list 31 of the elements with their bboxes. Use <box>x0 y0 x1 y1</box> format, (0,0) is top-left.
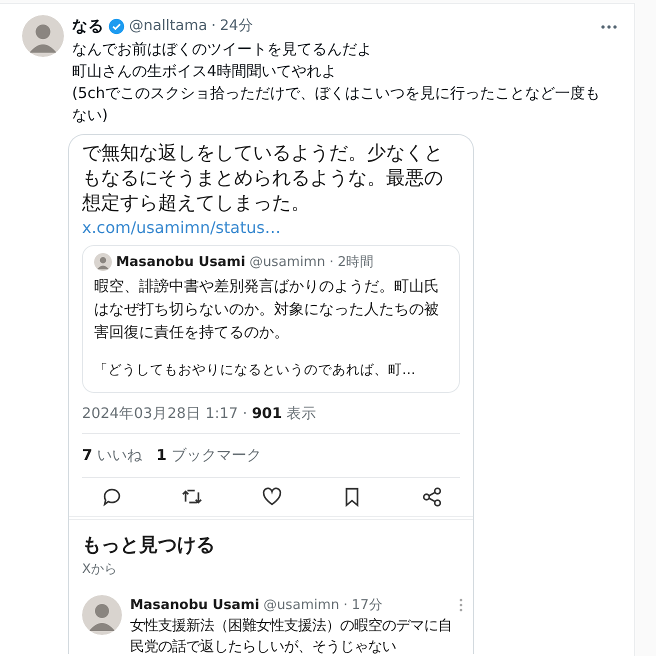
user-handle: @usamimn <box>263 596 340 616</box>
separator-dot: · <box>343 596 348 616</box>
post-meta: 2024年03月28日 1:17 · 901 表示 <box>82 392 460 434</box>
section-subtitle: Xから <box>82 560 118 579</box>
engagement-count: 1 ブックマーク <box>156 445 262 466</box>
post-text: なんでお前はぼくのツイートを見てるんだよ <box>72 39 373 60</box>
engagement-count: 7 いいね <box>82 445 142 466</box>
quoted-text: で無知な返しをしているようだ。少なくともなるにそうまとめられるような。最悪の想定すら超えてしまった。 <box>82 141 444 216</box>
section-title: もっと見つける <box>82 532 216 558</box>
share-icon[interactable] <box>421 486 443 508</box>
author-name: Masanobu Usami <box>116 253 246 272</box>
post-time: 2時間 <box>338 253 374 272</box>
post-text: (5chでこのスクショ拾っただけで、ぼくはこいつを見に行ったことなど一度もない) <box>72 83 602 126</box>
separator-dot: · <box>211 16 216 36</box>
post-text: 女性支援新法（困難女性支援法）の暇空のデマに自民党の話で返したらしいが、そうじゃない <box>130 616 453 654</box>
more-icon <box>458 597 464 614</box>
post-text: 町山さんの生ボイス4時間聞いてやれよ <box>72 61 338 82</box>
quote-text: 「どうしてもおやりになるというのであれば、町… <box>94 360 416 380</box>
user-handle[interactable]: @nalltama <box>129 16 208 38</box>
status-link[interactable]: x.com/usamimn/status… <box>82 216 460 240</box>
avatar[interactable] <box>22 15 64 57</box>
post-time[interactable]: 24分 <box>220 16 254 38</box>
avatar <box>82 595 122 636</box>
user-handle: @usamimn <box>249 253 326 272</box>
author-name: Masanobu Usami <box>130 596 260 616</box>
separator-dot: · <box>329 253 334 272</box>
post-time: 17分 <box>352 596 383 616</box>
heart-icon[interactable] <box>261 486 283 508</box>
quote-text: 暇空、誹謗中書や差別発言ばかりのようだ。町山氏はなぜ打ち切らないのか。対象になった人たちの被害回復に責任を持てるのか。 <box>94 276 440 342</box>
display-name[interactable]: なる <box>72 15 104 38</box>
avatar <box>94 253 112 272</box>
